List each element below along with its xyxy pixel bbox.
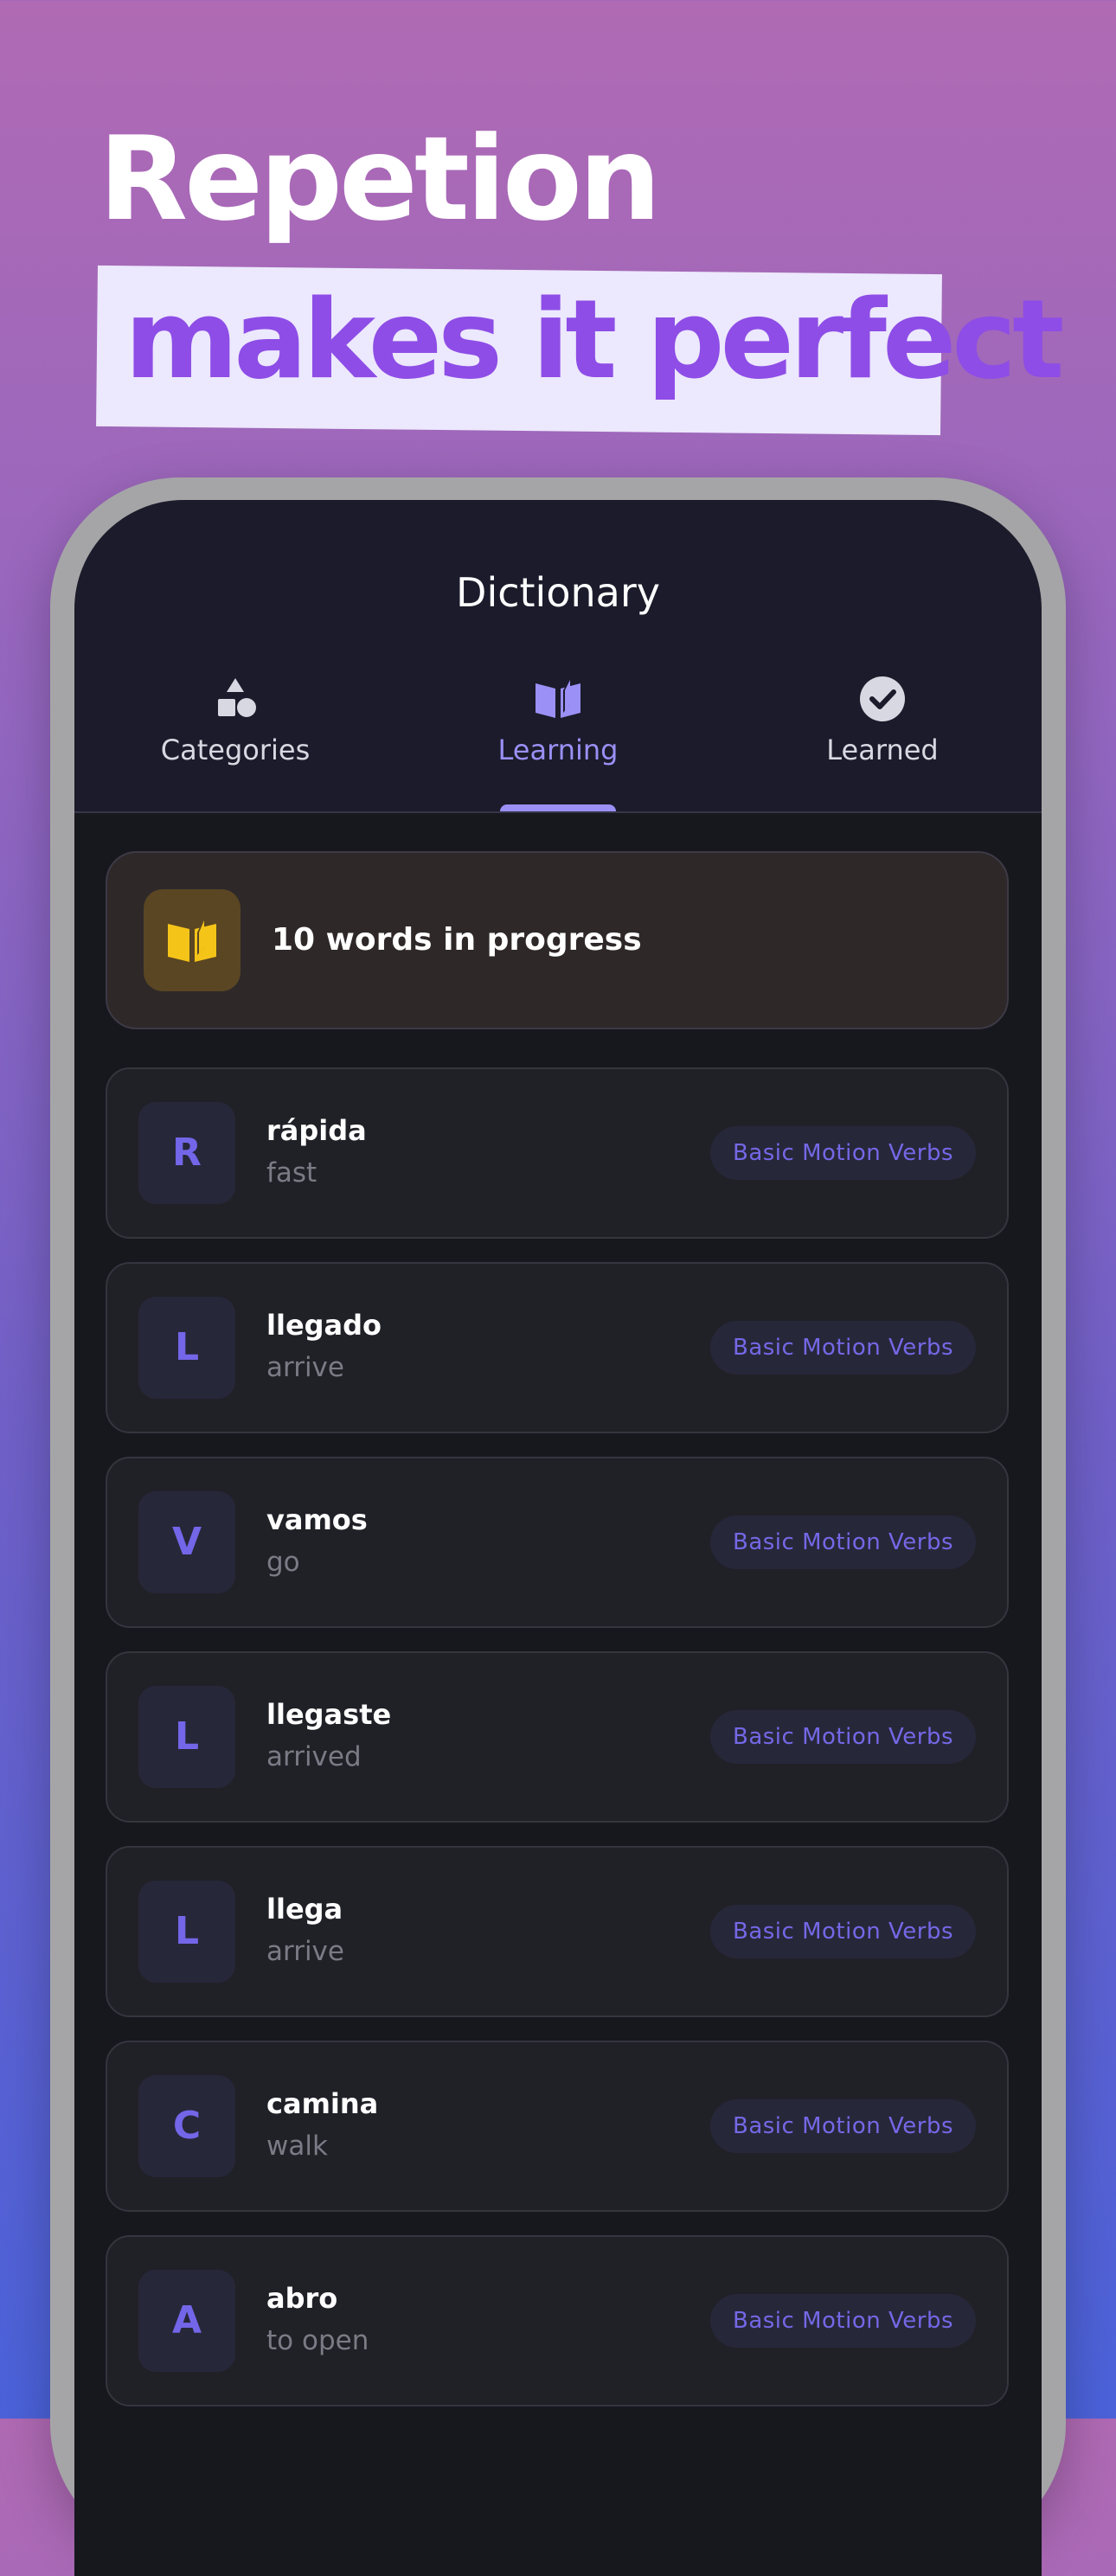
word-initial: V bbox=[138, 1491, 235, 1593]
word-card[interactable]: R rápida fast Basic Motion Verbs bbox=[106, 1067, 1009, 1239]
word-card[interactable]: L llega arrive Basic Motion Verbs bbox=[106, 1846, 1009, 2017]
open-book-icon bbox=[536, 678, 580, 718]
word-initial: L bbox=[138, 1297, 235, 1399]
category-tag: Basic Motion Verbs bbox=[709, 1515, 976, 1569]
tab-categories[interactable]: Categories bbox=[123, 673, 348, 811]
content-area: 10 words in progress R rápida fast Basic… bbox=[74, 813, 1042, 2576]
word-translation: fast bbox=[266, 1157, 317, 1189]
word-translation: walk bbox=[266, 2131, 328, 2162]
word-translation: go bbox=[266, 1547, 300, 1578]
word-text: abro bbox=[266, 2282, 338, 2315]
progress-icon-container bbox=[144, 889, 241, 991]
word-initial: L bbox=[138, 1686, 235, 1788]
tab-label: Learned bbox=[826, 734, 939, 766]
word-text: llega bbox=[266, 1893, 343, 1926]
category-tag: Basic Motion Verbs bbox=[709, 1321, 976, 1375]
progress-text: 10 words in progress bbox=[272, 922, 642, 958]
word-card[interactable]: C camina walk Basic Motion Verbs bbox=[106, 2041, 1009, 2212]
headline-line-2: makes it perfect bbox=[125, 276, 1064, 403]
tab-bar: Categories Learning Learned bbox=[74, 673, 1042, 811]
check-circle-icon bbox=[860, 676, 905, 721]
word-translation: arrived bbox=[266, 1741, 362, 1772]
word-card[interactable]: A abro to open Basic Motion Verbs bbox=[106, 2235, 1009, 2406]
category-tag: Basic Motion Verbs bbox=[709, 1710, 976, 1764]
category-tag: Basic Motion Verbs bbox=[709, 2099, 976, 2153]
word-text: camina bbox=[266, 2087, 379, 2120]
word-translation: arrive bbox=[266, 1936, 344, 1967]
phone-screen: Dictionary Categories Learning Learned 1… bbox=[74, 500, 1042, 2576]
word-text: llegado bbox=[266, 1309, 382, 1342]
tab-learning[interactable]: Learning bbox=[446, 673, 670, 811]
word-initial: L bbox=[138, 1881, 235, 1983]
word-text: rápida bbox=[266, 1114, 367, 1147]
tab-learned[interactable]: Learned bbox=[770, 673, 995, 811]
category-tag: Basic Motion Verbs bbox=[709, 1905, 976, 1958]
category-tag: Basic Motion Verbs bbox=[709, 1126, 976, 1180]
progress-card[interactable]: 10 words in progress bbox=[106, 851, 1009, 1029]
word-card[interactable]: V vamos go Basic Motion Verbs bbox=[106, 1457, 1009, 1628]
promo-headline: Repetion makes it perfect bbox=[0, 0, 1116, 450]
page-title: Dictionary bbox=[456, 569, 660, 616]
word-initial: R bbox=[138, 1102, 235, 1204]
word-card[interactable]: L llegaste arrived Basic Motion Verbs bbox=[106, 1651, 1009, 1823]
word-translation: to open bbox=[266, 2325, 369, 2356]
shapes-icon bbox=[218, 678, 256, 717]
active-tab-indicator bbox=[500, 804, 616, 811]
tab-label: Categories bbox=[160, 734, 311, 766]
word-translation: arrive bbox=[266, 1352, 344, 1383]
tab-label: Learning bbox=[497, 734, 619, 766]
word-list: R rápida fast Basic Motion Verbs L llega… bbox=[106, 1067, 1009, 2430]
word-text: llegaste bbox=[266, 1698, 392, 1731]
word-initial: A bbox=[138, 2270, 235, 2372]
word-text: vamos bbox=[266, 1503, 368, 1536]
word-card[interactable]: L llegado arrive Basic Motion Verbs bbox=[106, 1262, 1009, 1433]
word-initial: C bbox=[138, 2075, 235, 2177]
category-tag: Basic Motion Verbs bbox=[709, 2294, 976, 2348]
headline-line-1: Repetion bbox=[99, 112, 661, 247]
open-book-icon bbox=[168, 919, 216, 962]
